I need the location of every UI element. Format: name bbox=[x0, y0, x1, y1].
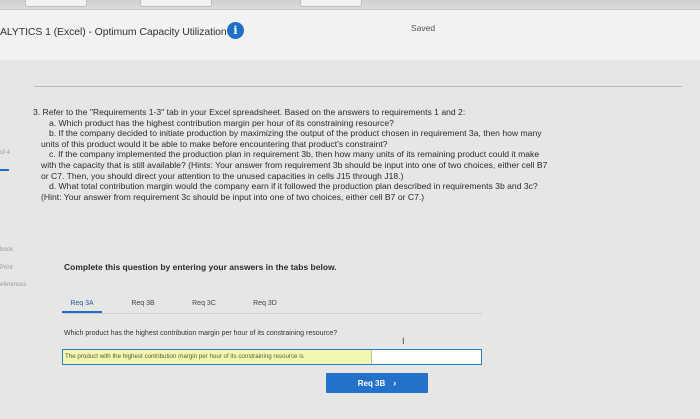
question-text: 3. Refer to the "Requirements 1-3" tab i… bbox=[33, 107, 683, 202]
instruction-text: Complete this question by entering your … bbox=[64, 262, 337, 272]
next-req-button[interactable]: Req 3B › bbox=[326, 373, 428, 393]
left-rail: of 4 book Print eferences bbox=[0, 60, 30, 419]
info-icon[interactable]: i bbox=[227, 22, 244, 39]
tab-req-3b[interactable]: Req 3B bbox=[123, 297, 163, 311]
question-part-a: a. Which product has the highest contrib… bbox=[49, 117, 394, 128]
question-part-c-continued: with the capacity that is still availabl… bbox=[41, 159, 548, 170]
question-part-d-continued: (Hint: Your answer from requirement 3c s… bbox=[41, 191, 425, 202]
tab-req-3c[interactable]: Req 3C bbox=[184, 297, 224, 311]
text-cursor-icon: I bbox=[402, 336, 405, 346]
question-part-c-continued-2: or C7. Then, you should direct your atte… bbox=[41, 170, 404, 181]
next-req-button-label: Req 3B bbox=[357, 379, 386, 388]
question-part-b-continued: units of this product would it be able t… bbox=[41, 138, 388, 149]
answer-input[interactable] bbox=[373, 350, 481, 364]
browser-top-strip bbox=[0, 0, 700, 10]
rail-link-references[interactable]: eferences bbox=[0, 282, 26, 288]
browser-tab-stub bbox=[25, 0, 87, 7]
question-part-d: d. What total contribution margin would … bbox=[49, 181, 538, 192]
content-divider bbox=[34, 86, 682, 87]
browser-tab-stub bbox=[140, 0, 212, 7]
tab-req-3d[interactable]: Req 3D bbox=[245, 297, 285, 311]
question-intro: 3. Refer to the "Requirements 1-3" tab i… bbox=[33, 107, 466, 117]
answer-label: The product with the highest contributio… bbox=[63, 350, 372, 364]
tabs-underline bbox=[62, 313, 482, 314]
chevron-right-icon: › bbox=[393, 378, 397, 388]
rail-link-ebook[interactable]: book bbox=[0, 247, 13, 253]
assignment-title: ALYTICS 1 (Excel) - Optimum Capacity Uti… bbox=[0, 26, 227, 38]
req-3a-prompt: Which product has the highest contributi… bbox=[64, 330, 338, 337]
assignment-header: ALYTICS 1 (Excel) - Optimum Capacity Uti… bbox=[0, 10, 700, 60]
saved-status: Saved bbox=[411, 23, 436, 33]
question-progress: of 4 bbox=[0, 150, 11, 156]
answer-row: The product with the highest contributio… bbox=[62, 349, 482, 365]
progress-indicator bbox=[0, 169, 9, 171]
question-part-b: b. If the company decided to initiate pr… bbox=[49, 128, 542, 139]
rail-link-print[interactable]: Print bbox=[0, 265, 12, 271]
browser-tab-stub bbox=[300, 0, 362, 7]
tab-req-3a[interactable]: Req 3A bbox=[62, 297, 102, 313]
question-part-c: c. If the company implemented the produc… bbox=[49, 149, 540, 160]
